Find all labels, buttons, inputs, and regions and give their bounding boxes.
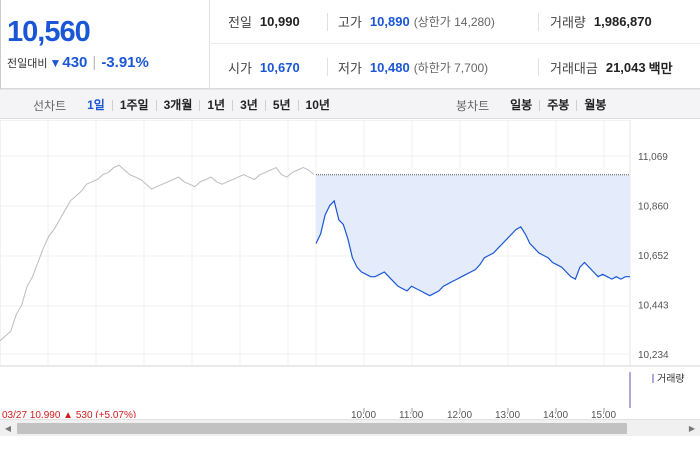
divider [538, 13, 539, 31]
x-tick-label: 14:00 [543, 410, 568, 418]
stat-value: 1,986,870 [593, 14, 652, 29]
tab-1y[interactable]: 1년 [199, 99, 232, 111]
stat-label: 전일 [228, 15, 252, 30]
price-chart-svg: 11,069 10,860 10,652 10,443 10,234 거래량 03/27… [0, 119, 700, 421]
tab-weekly[interactable]: 주봉 [539, 99, 576, 111]
scroll-thumb[interactable] [17, 423, 627, 434]
stat-value: 10,890 [369, 14, 410, 29]
divider [327, 58, 328, 76]
y-tick-label: 10,652 [638, 251, 669, 262]
stat-label: 고가 [338, 15, 362, 30]
change-value: 430 [62, 54, 88, 71]
stat-value: 10,990 [259, 14, 300, 29]
scroll-right-icon[interactable]: ▶ [685, 420, 699, 437]
stat-unit: 백만 [648, 60, 673, 76]
x-tick-label: 13:00 [495, 410, 520, 418]
x-axis-ticks: 03/27 10,990 ▲ 530 (+5.07%) 10:00 11:00 12:… [2, 408, 616, 421]
line-chart-tabs: 선차트 1일 1주일 3개월 1년 3년 5년 10년 [33, 90, 337, 120]
tab-monthly[interactable]: 월봉 [576, 99, 613, 111]
tab-3m[interactable]: 3개월 [155, 99, 200, 111]
down-triangle-icon: ▼ [49, 55, 62, 70]
stat-low: 저가 10,480 (하한가 7,700) [338, 58, 488, 77]
y-tick-label: 10,443 [638, 301, 669, 312]
y-tick-label: 10,234 [638, 350, 669, 361]
stat-value: 21,043 [605, 59, 646, 75]
stat-label: 거래량 [550, 15, 586, 30]
stat-value: 10,670 [259, 59, 300, 75]
y-tick-label: 11,069 [638, 152, 668, 163]
stat-open: 시가 10,670 [228, 58, 300, 77]
tab-1w[interactable]: 1주일 [111, 99, 156, 111]
tab-5y[interactable]: 5년 [264, 99, 298, 111]
change-label: 전일대비 [7, 57, 48, 70]
stats-row-2: 시가 10,670 저가 10,480 (하한가 7,700) 거래대금 21,… [211, 45, 700, 89]
tab-3y[interactable]: 3년 [232, 99, 265, 111]
stat-label: 시가 [228, 60, 252, 76]
y-tick-label: 10,860 [638, 202, 669, 213]
volume-panel: 거래량 [0, 365, 700, 408]
change-percent: -3.91% [101, 54, 149, 71]
horizontal-scrollbar[interactable]: ◀ ▶ [0, 419, 700, 436]
change-separator: | [92, 54, 97, 71]
x-tick-label: 10:00 [351, 410, 376, 418]
current-price: 10,560 [7, 16, 91, 48]
stat-sub: (하한가 7,700) [413, 60, 489, 75]
x-tick-label: 12:00 [447, 410, 472, 418]
price-summary: 10,560 전일대비 ▼ 430 | -3.91% 전일 10,990 고가 … [0, 0, 700, 89]
divider [538, 58, 539, 76]
stat-label: 거래대금 [550, 60, 598, 76]
volume-legend-label: 거래량 [657, 373, 685, 385]
change-row: 전일대비 ▼ 430 | -3.91% [7, 54, 149, 71]
chart-toolbar: 선차트 1일 1주일 3개월 1년 3년 5년 10년 봉차트 일봉 주봉 월봉 [0, 89, 700, 119]
x-tick-label: 15:00 [591, 410, 616, 418]
current-price-box: 10,560 전일대비 ▼ 430 | -3.91% [0, 0, 210, 89]
x-tick-label: 11:00 [399, 410, 424, 418]
tab-10y[interactable]: 10년 [297, 99, 337, 111]
stats-row-1: 전일 10,990 고가 10,890 (상한가 14,280) 거래량 1,9… [211, 0, 700, 44]
stats-panel: 전일 10,990 고가 10,890 (상한가 14,280) 거래량 1,9… [211, 0, 700, 89]
y-axis-ticks: 11,069 10,860 10,652 10,443 10,234 [638, 152, 669, 361]
today-fill-area [316, 174, 630, 296]
tab-1d[interactable]: 1일 [80, 99, 112, 111]
stat-amount: 거래대금 21,043 백만 [550, 58, 673, 77]
prev-day-line [0, 164, 315, 342]
scroll-left-icon[interactable]: ◀ [1, 420, 15, 437]
prev-day-label: 03/27 10,990 ▲ 530 (+5.07%) [2, 410, 136, 418]
price-chart: 11,069 10,860 10,652 10,443 10,234 거래량 03/27… [0, 119, 700, 421]
divider [327, 13, 328, 31]
stat-label: 저가 [338, 60, 362, 76]
stat-volume: 거래량 1,986,870 [550, 12, 652, 31]
candle-chart-title: 봉차트 [456, 98, 490, 113]
stat-sub: (상한가 14,280) [413, 15, 495, 29]
stat-value: 10,480 [369, 59, 410, 75]
tab-daily[interactable]: 일봉 [503, 99, 539, 111]
candle-chart-tabs: 봉차트 일봉 주봉 월봉 [456, 90, 613, 120]
line-chart-title: 선차트 [33, 98, 67, 113]
volume-legend-swatch [652, 374, 654, 383]
stat-prev-close: 전일 10,990 [228, 12, 300, 31]
stat-high: 고가 10,890 (상한가 14,280) [338, 12, 495, 31]
